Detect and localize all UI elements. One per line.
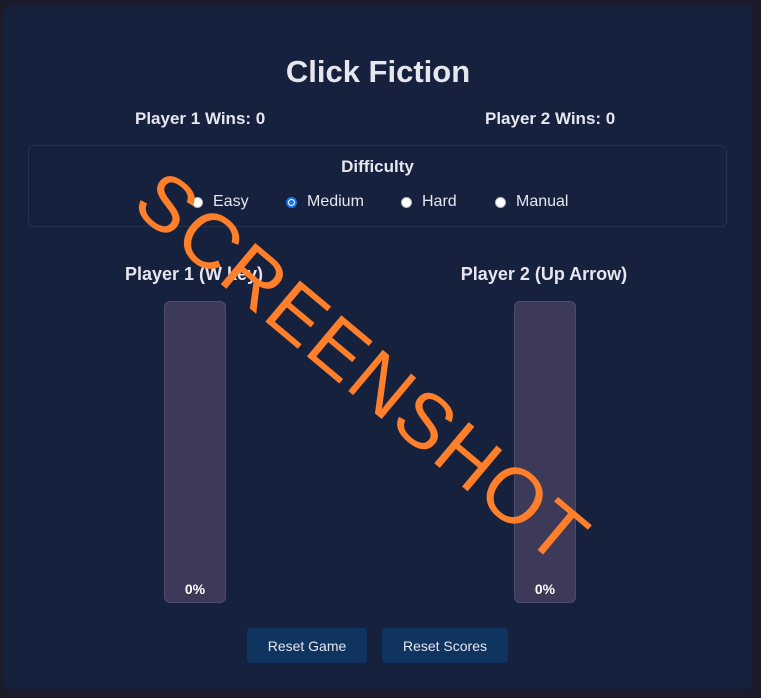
- player1-wins: Player 1 Wins: 0: [135, 109, 266, 128]
- difficulty-hard-label: Hard: [422, 193, 457, 210]
- page-title: Click Fiction: [285, 54, 471, 89]
- player2-wins: Player 2 Wins: 0: [485, 109, 616, 128]
- radio-manual[interactable]: [495, 196, 506, 208]
- difficulty-heading: Difficulty: [341, 157, 414, 176]
- difficulty-manual-label: Manual: [516, 193, 569, 210]
- player2-label: Player 2 (Up Arrow): [460, 264, 628, 284]
- player2-progress-text: 0%: [534, 581, 556, 597]
- player1-progress-meter: 0%: [164, 301, 226, 603]
- difficulty-easy-option[interactable]: Easy: [192, 193, 249, 211]
- reset-game-button[interactable]: Reset Game: [247, 628, 367, 663]
- game-panel: Click Fiction Player 1 Wins: 0 Player 2 …: [4, 5, 752, 689]
- player2-progress-meter: 0%: [514, 301, 576, 603]
- difficulty-medium-label: Medium: [307, 193, 364, 210]
- player1-label: Player 1 (W key): [124, 264, 264, 284]
- radio-easy[interactable]: [192, 196, 203, 208]
- radio-hard[interactable]: [401, 196, 412, 208]
- radio-medium[interactable]: [286, 196, 297, 208]
- difficulty-group: Difficulty Easy Medium Hard Manual: [28, 145, 727, 227]
- reset-scores-button[interactable]: Reset Scores: [382, 628, 508, 663]
- difficulty-hard-option[interactable]: Hard: [401, 193, 457, 211]
- player1-progress-text: 0%: [184, 581, 206, 597]
- difficulty-manual-option[interactable]: Manual: [495, 193, 568, 211]
- difficulty-medium-option[interactable]: Medium: [286, 193, 364, 211]
- difficulty-easy-label: Easy: [213, 193, 249, 210]
